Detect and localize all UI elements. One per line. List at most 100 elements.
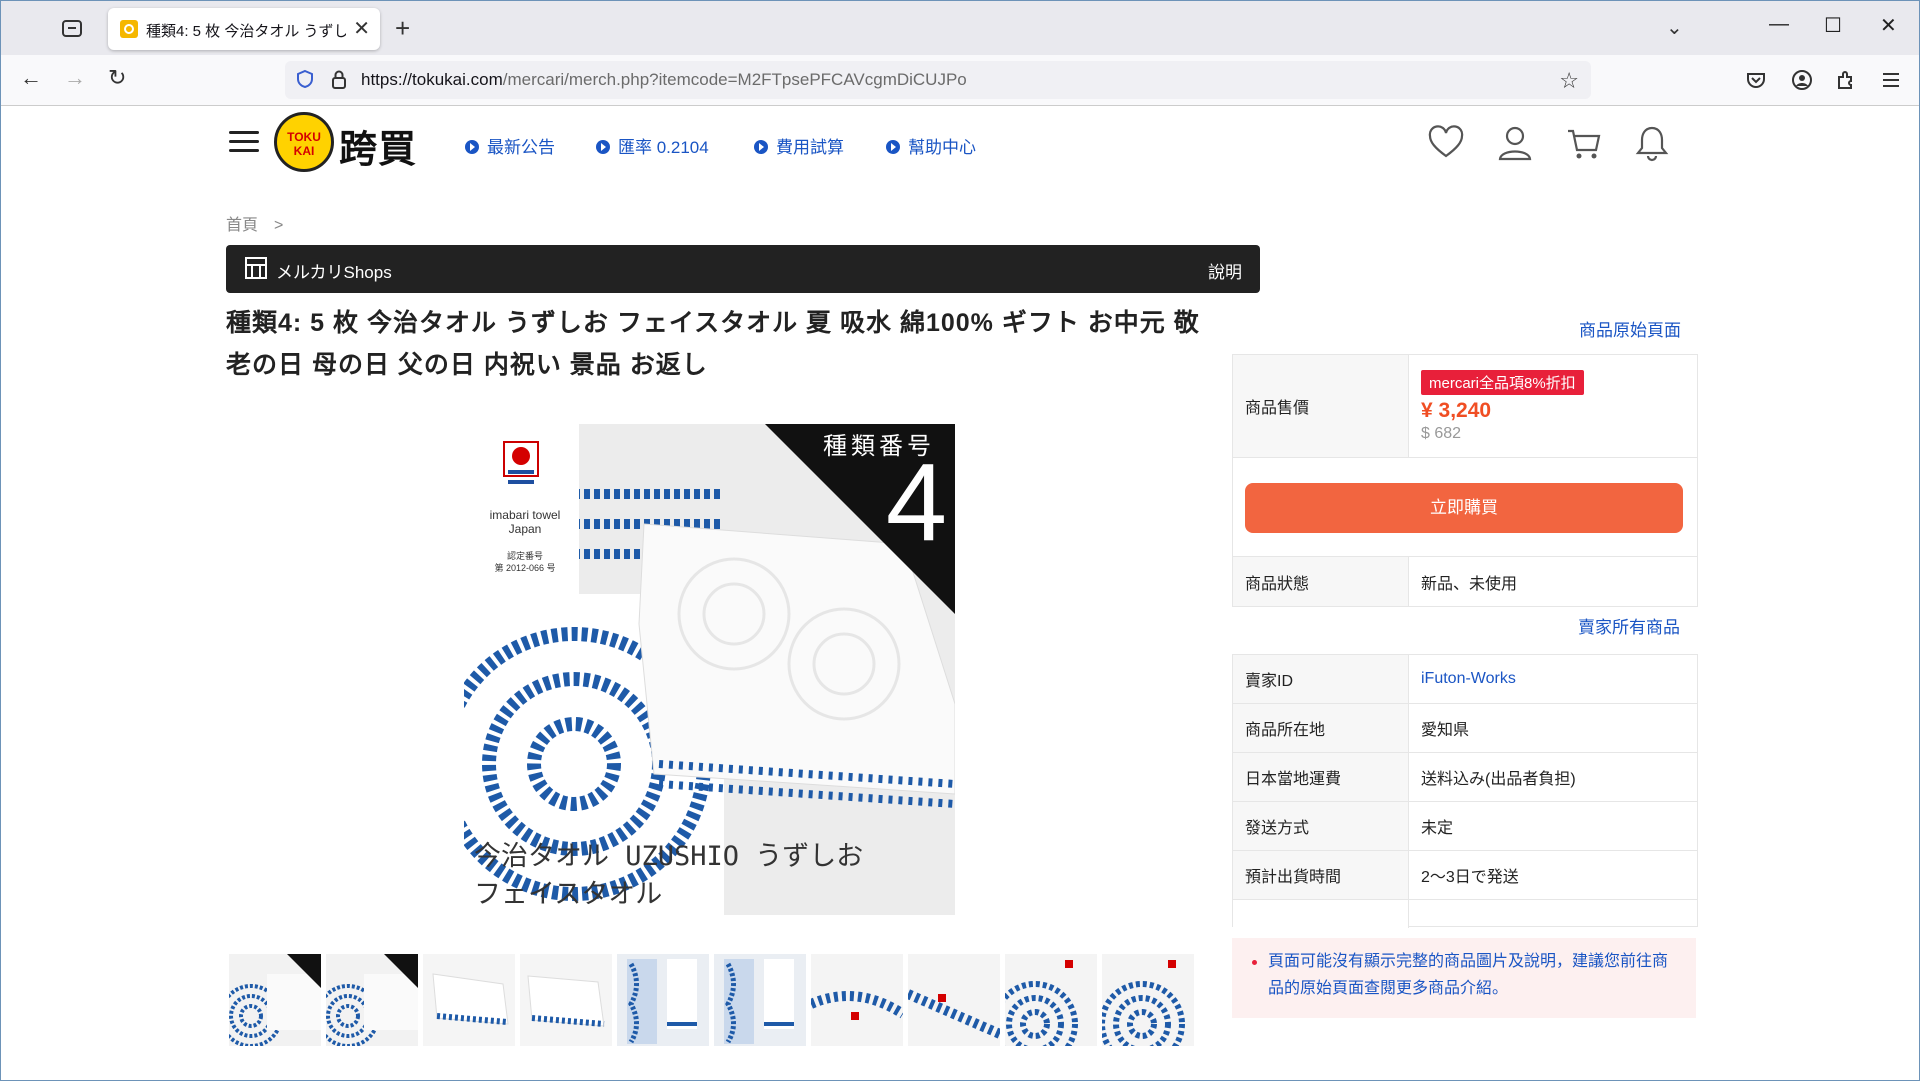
brand-line2: Japan xyxy=(508,522,542,536)
reload-button[interactable]: ↻ xyxy=(108,65,126,91)
caption-line2: フェイスタオル xyxy=(474,879,663,910)
tab-bar: 種類4: 5 枚 今治タオル うずしお ✕ + ⌄ — ☐ ✕ xyxy=(1,1,1919,55)
seller-info-box: 賣家ID iFuton-Works 商品所在地 愛知県 日本當地運費 送料込み(… xyxy=(1232,654,1698,928)
heart-icon[interactable] xyxy=(1427,124,1465,162)
pocket-icon[interactable] xyxy=(1745,69,1767,91)
list-all-tabs-icon[interactable]: ⌄ xyxy=(1666,15,1683,40)
mercari-shops-bar: メルカリShops 說明 xyxy=(226,245,1260,293)
shipping-method-row: 發送方式 未定 xyxy=(1233,802,1697,851)
nav-label: 幫助中心 xyxy=(908,138,976,157)
cart-icon[interactable] xyxy=(1565,124,1603,162)
thumbnail[interactable] xyxy=(229,954,321,1046)
thumbnail[interactable] xyxy=(1005,954,1097,1046)
type-number: 4 xyxy=(885,441,947,564)
tab-active[interactable]: 種類4: 5 枚 今治タオル うずしお ✕ xyxy=(108,8,380,50)
account-icon[interactable] xyxy=(1791,69,1813,91)
thumbnail[interactable] xyxy=(811,954,903,1046)
seller-all-items-link[interactable]: 賣家所有商品 xyxy=(1578,613,1680,638)
url-text[interactable]: https://tokukai.com/mercari/merch.php?it… xyxy=(361,70,967,90)
shipping-fee-label: 日本當地運費 xyxy=(1233,753,1409,801)
nav-help-center[interactable]: 幫助中心 xyxy=(886,133,976,158)
minimize-button[interactable]: — xyxy=(1769,13,1789,36)
breadcrumb[interactable]: 首頁 > xyxy=(226,211,283,235)
new-tab-button[interactable]: + xyxy=(395,13,410,44)
close-window-button[interactable]: ✕ xyxy=(1880,13,1897,38)
nav-label: 匯率 0.2104 xyxy=(618,138,709,157)
buy-now-button[interactable]: 立即購買 xyxy=(1245,483,1683,533)
play-circle-icon xyxy=(886,140,900,154)
nav-exchange-rate[interactable]: 匯率 0.2104 xyxy=(596,133,709,158)
discount-badge: mercari全品項8%折扣 xyxy=(1421,369,1584,395)
brand-line1: imabari towel xyxy=(489,508,561,522)
shop-name: メルカリShops xyxy=(276,263,392,282)
url-host: https://tokukai.com xyxy=(361,70,503,89)
seller-row: 賣家ID iFuton-Works xyxy=(1233,655,1697,704)
play-circle-icon xyxy=(596,140,610,154)
thumbnail[interactable] xyxy=(423,954,515,1046)
original-page-link[interactable]: 商品原始頁面 xyxy=(1579,316,1681,341)
forward-button[interactable]: → xyxy=(64,65,86,91)
site-logo-text[interactable]: 跨買 xyxy=(339,118,417,173)
empty-row xyxy=(1233,900,1697,928)
site-favicon-icon xyxy=(120,20,138,38)
thumbnail[interactable] xyxy=(326,954,418,1046)
bell-icon[interactable] xyxy=(1633,124,1671,162)
thumbnail[interactable] xyxy=(617,954,709,1046)
bookmark-star-icon[interactable]: ☆ xyxy=(1559,68,1579,94)
buy-row: 立即購買 xyxy=(1233,458,1697,557)
ship-time-value: 2～3日で発送 xyxy=(1421,869,1519,886)
browser-window: 種類4: 5 枚 今治タオル うずしお ✕ + ⌄ — ☐ ✕ ← → ↻ ht… xyxy=(0,0,1920,1081)
site-logo-badge[interactable]: TOKU KAI xyxy=(274,112,334,172)
lock-icon[interactable] xyxy=(329,69,349,91)
condition-row: 商品狀態 新品、未使用 xyxy=(1233,557,1697,606)
tab-overview-icon[interactable] xyxy=(61,17,83,39)
cert-line2: 第 2012-066 号 xyxy=(494,563,556,573)
maximize-button[interactable]: ☐ xyxy=(1824,13,1842,38)
caption-line1: 今治タオル UZUSHIO うずしお xyxy=(474,841,864,872)
back-button[interactable]: ← xyxy=(20,65,42,91)
nav-announcements[interactable]: 最新公告 xyxy=(465,133,555,158)
nav-label: 最新公告 xyxy=(487,138,555,157)
price-row: 商品售價 mercari全品項8%折扣 ¥ 3,240 $ 682 xyxy=(1233,355,1697,458)
thumbnail[interactable] xyxy=(1102,954,1194,1046)
condition-label: 商品狀態 xyxy=(1233,557,1409,606)
tab-close-icon[interactable]: ✕ xyxy=(353,16,370,41)
cert-line1: 認定番号 xyxy=(506,551,543,561)
address-bar[interactable]: https://tokukai.com/mercari/merch.php?it… xyxy=(285,61,1591,99)
nav-fee-calculator[interactable]: 費用試算 xyxy=(754,133,844,158)
thumbnail[interactable] xyxy=(520,954,612,1046)
price-jpy: ¥ 3,240 xyxy=(1421,398,1492,422)
nav-label: 費用試算 xyxy=(776,138,844,157)
explain-link[interactable]: 說明 xyxy=(1208,258,1242,283)
price-label: 商品售價 xyxy=(1233,355,1409,457)
extensions-icon[interactable] xyxy=(1835,69,1857,91)
play-circle-icon xyxy=(754,140,768,154)
price-usd: $ 682 xyxy=(1421,424,1462,442)
shipping-fee-value: 送料込み(出品者負担) xyxy=(1421,771,1576,788)
notice-box: 頁面可能沒有顯示完整的商品圖片及說明，建議您前往商品的原始頁面查閱更多商品介紹。 xyxy=(1232,938,1696,1018)
shipping-method-value: 未定 xyxy=(1421,820,1454,837)
shipping-fee-row: 日本當地運費 送料込み(出品者負担) xyxy=(1233,753,1697,802)
hamburger-menu-icon[interactable] xyxy=(229,131,259,155)
price-info-box: 商品售價 mercari全品項8%折扣 ¥ 3,240 $ 682 立即購買 商… xyxy=(1232,354,1698,607)
navigation-bar: ← → ↻ https://tokukai.com/mercari/merch.… xyxy=(1,55,1919,106)
condition-value: 新品、未使用 xyxy=(1421,575,1518,593)
thumbnail[interactable] xyxy=(714,954,806,1046)
location-row: 商品所在地 愛知県 xyxy=(1233,704,1697,753)
location-label: 商品所在地 xyxy=(1233,704,1409,752)
seller-id-link[interactable]: iFuton-Works xyxy=(1409,655,1697,703)
shipping-method-label: 發送方式 xyxy=(1233,802,1409,850)
ship-time-row: 預計出貨時間 2～3日で発送 xyxy=(1233,851,1697,900)
tracking-shield-icon[interactable] xyxy=(295,69,315,89)
tab-title: 種類4: 5 枚 今治タオル うずしお xyxy=(146,23,346,40)
app-menu-icon[interactable] xyxy=(1880,69,1902,91)
product-main-image[interactable]: imabari towel Japan 認定番号 第 2012-066 号 種類… xyxy=(464,424,955,915)
url-path: /mercari/merch.php?itemcode=M2FTpsePFCAV… xyxy=(502,70,967,89)
product-title: 種類4: 5 枚 今治タオル うずしお フェイスタオル 夏 吸水 綿100% ギ… xyxy=(226,309,1200,379)
thumbnail[interactable] xyxy=(908,954,1000,1046)
seller-id-label: 賣家ID xyxy=(1233,655,1409,703)
user-icon[interactable] xyxy=(1496,124,1534,162)
ship-time-label: 預計出貨時間 xyxy=(1233,851,1409,899)
empty-cell xyxy=(1233,900,1409,928)
location-value: 愛知県 xyxy=(1421,722,1470,739)
